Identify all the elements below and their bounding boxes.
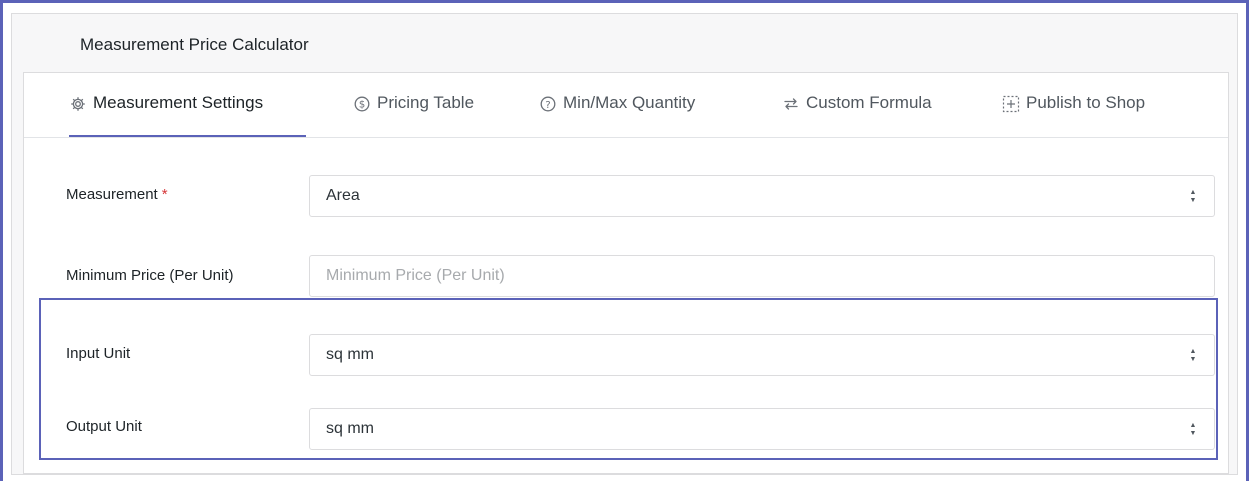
minimum-price-label: Minimum Price (Per Unit) <box>66 267 234 284</box>
tab-bar: Measurement Settings $ Pricing Table ? M… <box>24 73 1228 138</box>
tab-label: Custom Formula <box>806 93 932 112</box>
measurement-label-text: Measurement <box>66 186 158 203</box>
question-circle-icon: ? <box>539 95 557 113</box>
output-unit-select[interactable]: sq mm ▲ ▼ <box>309 408 1215 450</box>
tab-label: Min/Max Quantity <box>563 93 696 112</box>
chevron-up-down-icon: ▲ ▼ <box>1189 421 1197 437</box>
input-unit-select[interactable]: sq mm ▲ ▼ <box>309 334 1215 376</box>
tab-publish-to-shop[interactable]: Publish to Shop <box>1002 93 1145 137</box>
minimum-price-field[interactable] <box>309 255 1215 297</box>
chevron-up-down-icon: ▲ ▼ <box>1189 188 1197 204</box>
dashed-plus-box-icon <box>1002 95 1020 113</box>
calculator-panel: Measurement Price Calculator Measurement… <box>11 13 1238 475</box>
gear-icon <box>69 95 87 113</box>
tab-custom-formula[interactable]: Custom Formula <box>782 93 932 137</box>
measurement-value: Area <box>326 187 360 204</box>
panel-title: Measurement Price Calculator <box>80 35 309 54</box>
svg-text:$: $ <box>359 100 365 111</box>
dollar-circle-icon: $ <box>353 95 371 113</box>
output-unit-value: sq mm <box>326 420 374 437</box>
svg-text:?: ? <box>545 100 550 111</box>
tab-label: Measurement Settings <box>93 93 264 112</box>
tab-label: Pricing Table <box>377 93 475 112</box>
input-unit-label: Input Unit <box>66 345 131 362</box>
measurement-select[interactable]: Area ▲ ▼ <box>309 175 1215 217</box>
settings-card: Measurement Settings $ Pricing Table ? M… <box>23 72 1229 474</box>
chevron-up-down-icon: ▲ ▼ <box>1189 347 1197 363</box>
minimum-price-input[interactable] <box>326 267 1198 285</box>
measurement-label: Measurement * <box>66 186 168 203</box>
tab-measurement-settings[interactable]: Measurement Settings <box>69 93 306 137</box>
window-frame: Measurement Price Calculator Measurement… <box>0 0 1249 481</box>
required-mark: * <box>161 186 168 203</box>
output-unit-label: Output Unit <box>66 418 142 435</box>
tab-min-max-quantity[interactable]: ? Min/Max Quantity <box>539 93 695 137</box>
tab-label: Publish to Shop <box>1026 93 1146 112</box>
input-unit-value: sq mm <box>326 346 374 363</box>
tab-pricing-table[interactable]: $ Pricing Table <box>353 93 474 137</box>
swap-arrows-icon <box>782 95 800 113</box>
